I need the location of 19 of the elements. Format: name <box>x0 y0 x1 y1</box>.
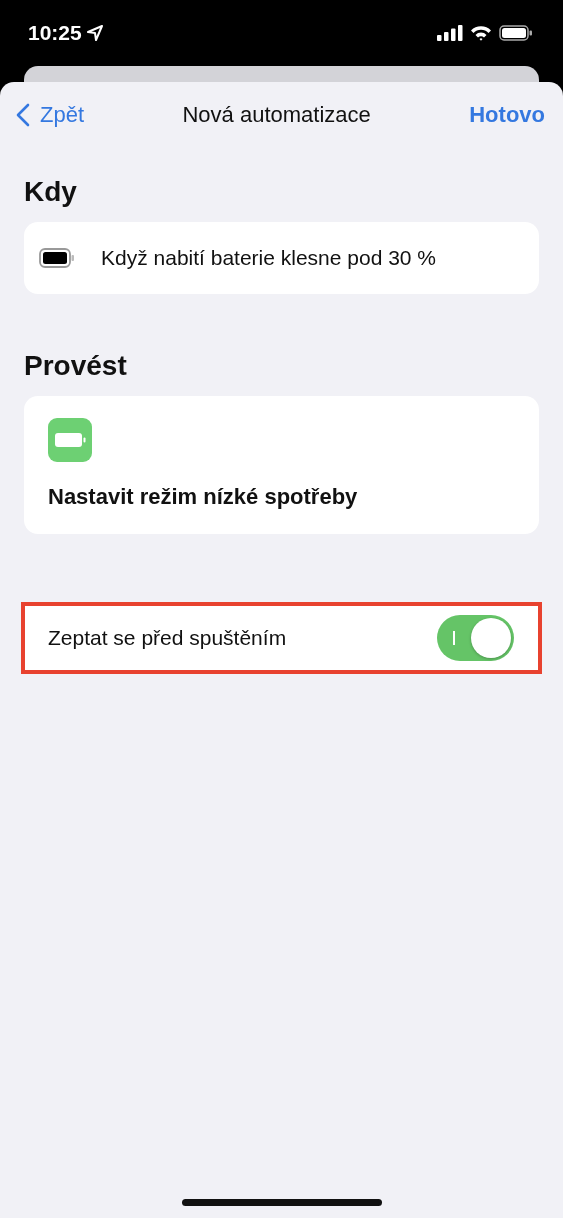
battery-icon <box>39 248 75 268</box>
section-heading: Kdy <box>24 176 78 208</box>
action-card[interactable]: Nastavit režim nízké spotřeby <box>24 396 539 534</box>
battery-icon <box>48 418 92 462</box>
trigger-card[interactable]: Když nabití baterie klesne pod 30 % <box>24 222 539 294</box>
back-button[interactable]: Zpět <box>12 98 89 132</box>
trigger-text: Když nabití baterie klesne pod 30 % <box>101 246 437 270</box>
section-heading: Provést <box>24 350 128 382</box>
action-text: Nastavit režim nízké spotřeby <box>48 484 358 510</box>
wifi-icon <box>470 25 492 41</box>
status-time: 10:25 <box>28 21 82 45</box>
toggle-switch[interactable] <box>437 615 514 661</box>
signal-icon <box>437 25 463 41</box>
setting-label: Zeptat se před spuštěním <box>48 626 287 650</box>
battery-icon <box>499 25 533 41</box>
location-arrow-icon <box>85 24 104 42</box>
nav-title: Nová automatizace <box>182 102 371 128</box>
done-button[interactable]: Hotovo <box>465 98 549 132</box>
chevron-left-icon <box>16 103 30 127</box>
